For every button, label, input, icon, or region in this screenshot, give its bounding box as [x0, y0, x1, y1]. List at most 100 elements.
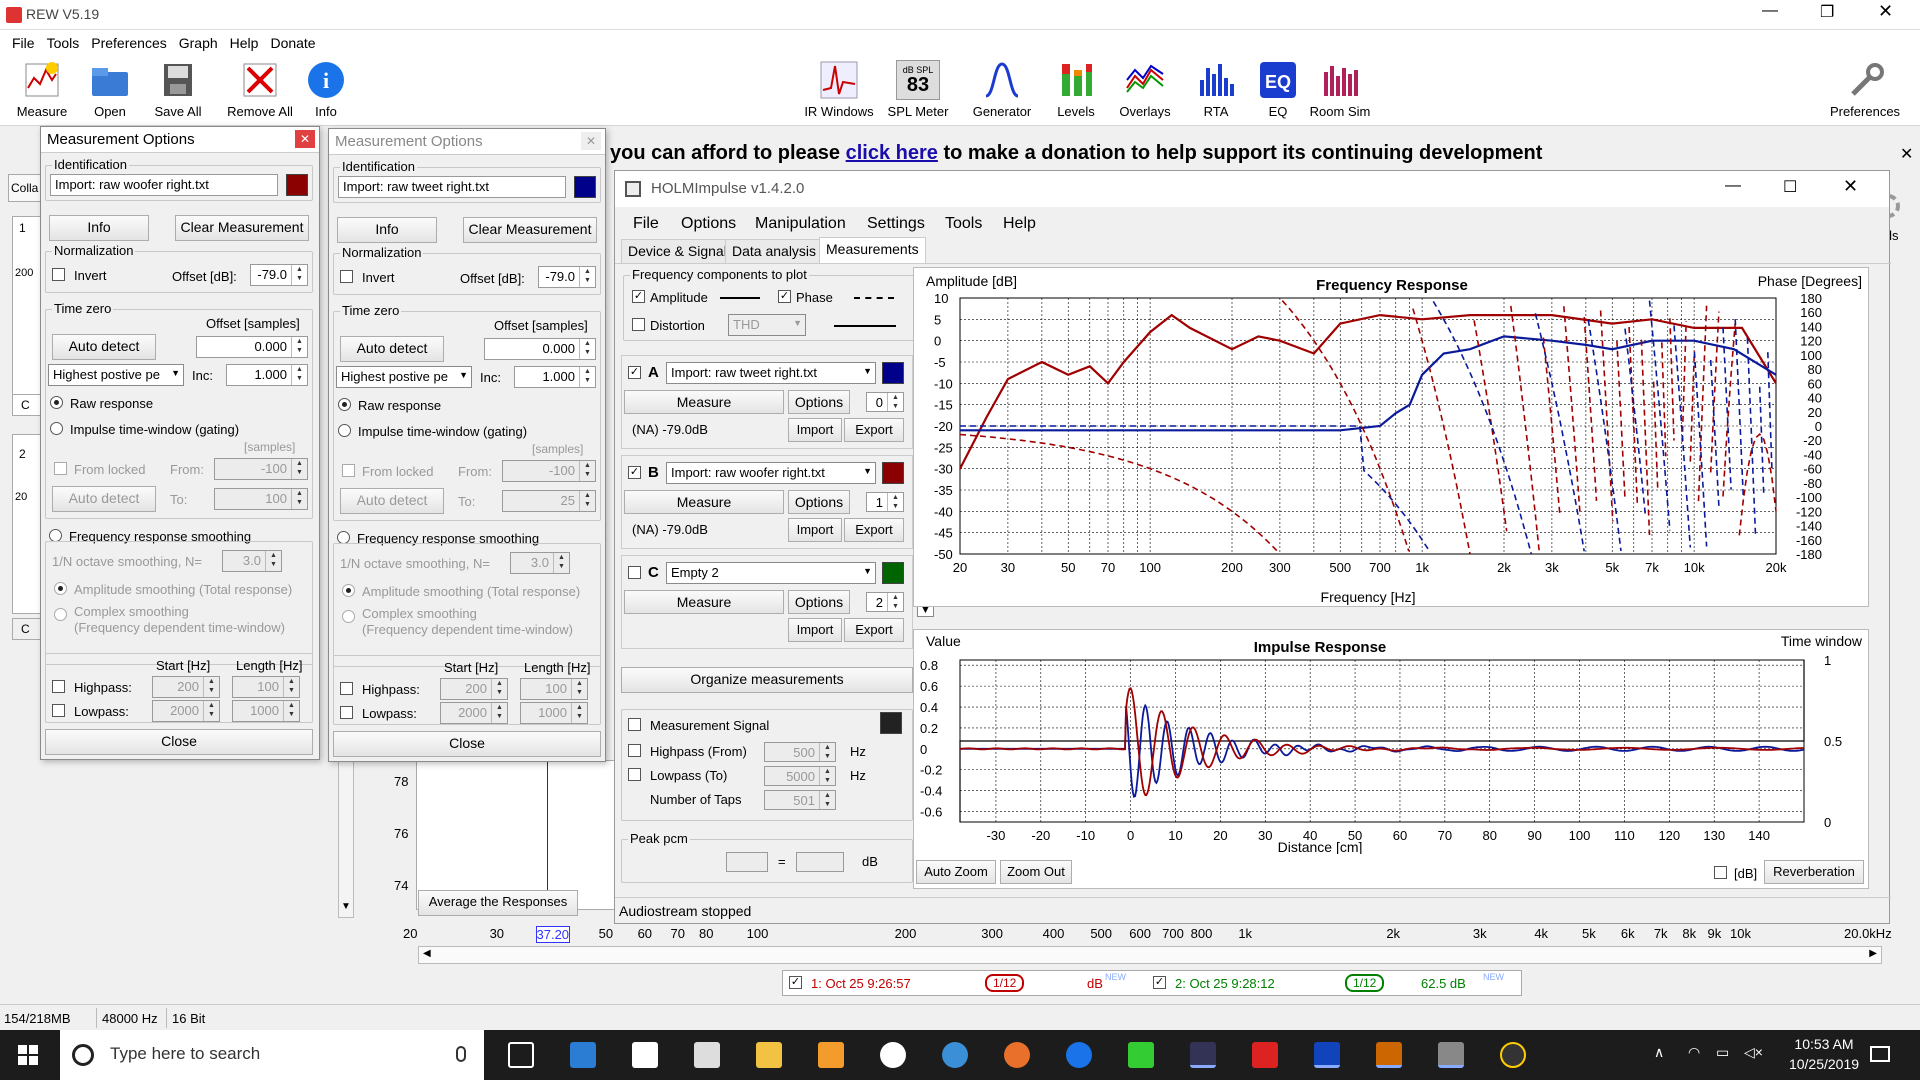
channel-import-button[interactable]: Import	[788, 618, 842, 642]
calculator-icon[interactable]	[632, 1042, 658, 1068]
spinner-icon[interactable]: ▲ ▼	[291, 365, 307, 385]
itunes-icon[interactable]	[880, 1042, 906, 1068]
holm-menu-help[interactable]: Help	[1003, 215, 1036, 233]
legend-check-1[interactable]: ✓	[789, 976, 802, 989]
rew-freq-scrollbar[interactable]: ◀ ▶	[418, 946, 1882, 964]
reverberation-button[interactable]: Reverberation	[1764, 860, 1864, 884]
peak-mode-select[interactable]: Highest postive pe	[336, 366, 472, 388]
measurement-name-input[interactable]: Import: raw tweet right.txt	[338, 176, 566, 198]
measure-button[interactable]: Measure	[10, 60, 74, 119]
inc-input[interactable]: 1.000 ▲ ▼	[226, 364, 308, 386]
average-responses-button[interactable]: Average the Responses	[418, 890, 578, 916]
channel-export-button[interactable]: Export	[844, 418, 904, 442]
levels-button[interactable]: Levels	[1050, 60, 1102, 119]
rew-taskbar-icon[interactable]	[1190, 1042, 1216, 1068]
tray-chevron-icon[interactable]: ∧	[1654, 1044, 1664, 1061]
offset-samples-input[interactable]: 0.000 ▲ ▼	[196, 336, 308, 358]
highpass-from-checkbox[interactable]	[628, 744, 641, 757]
lspcad-icon[interactable]	[1314, 1042, 1340, 1068]
generator-button[interactable]: Generator	[964, 60, 1040, 119]
spinner-icon[interactable]: ▲ ▼	[819, 791, 835, 809]
to-input[interactable]: 100 ▲ ▼	[214, 488, 308, 510]
tab-data-analysis[interactable]: Data analysis	[725, 239, 824, 263]
phase-checkbox[interactable]: ✓	[778, 290, 791, 303]
overlays-button[interactable]: Overlays	[1112, 60, 1178, 119]
tab-measurements[interactable]: Measurements	[819, 237, 926, 263]
wifi-icon[interactable]: ◠	[1688, 1044, 1700, 1061]
side-button-c2[interactable]: C	[12, 618, 42, 640]
spinner-icon[interactable]: ▲ ▼	[819, 743, 835, 761]
channel-index-input[interactable]: 0 ▲ ▼	[866, 392, 904, 412]
spinner-icon[interactable]: ▲ ▼	[579, 491, 595, 511]
dialog-close-icon[interactable]: ✕	[295, 130, 315, 148]
channel-export-button[interactable]: Export	[844, 518, 904, 542]
spinner-icon[interactable]: ▲ ▼	[291, 337, 307, 357]
db-scale-checkbox[interactable]	[1714, 866, 1727, 879]
file-explorer-icon[interactable]	[756, 1042, 782, 1068]
zoom-out-button[interactable]: Zoom Out	[1000, 860, 1072, 884]
spinner-icon[interactable]: ▲ ▼	[203, 701, 219, 721]
audio-app-icon[interactable]	[1128, 1042, 1154, 1068]
collapse-button[interactable]: Colla	[8, 174, 42, 202]
gating-auto-detect-button[interactable]: Auto detect	[340, 488, 444, 514]
scroll-right-icon[interactable]: ▶	[1869, 948, 1877, 959]
taps-input[interactable]: 501 ▲ ▼	[764, 790, 836, 810]
menu-graph[interactable]: Graph	[179, 35, 218, 51]
raw-response-radio[interactable]	[50, 396, 63, 409]
mail-icon[interactable]	[694, 1042, 720, 1068]
info-button[interactable]: i Info	[304, 60, 348, 119]
spinner-icon[interactable]: ▲ ▼	[579, 367, 595, 387]
channel-color-swatch[interactable]	[882, 462, 904, 484]
preferences-button[interactable]: Preferences	[1824, 60, 1906, 119]
minimize-button[interactable]: —	[1762, 2, 1778, 20]
eq-button[interactable]: EQ EQ	[1254, 60, 1302, 119]
channel-measure-button[interactable]: Measure	[624, 590, 784, 614]
auto-detect-button[interactable]: Auto detect	[52, 334, 156, 360]
channel-enable-checkbox[interactable]: ✓	[628, 366, 641, 379]
clock-app-icon[interactable]	[1500, 1042, 1526, 1068]
from-input[interactable]: -100 ▲ ▼	[502, 460, 596, 482]
measurement-name-input[interactable]: Import: raw woofer right.txt	[50, 174, 278, 196]
channel-color-swatch[interactable]	[882, 362, 904, 384]
media-player-icon[interactable]	[818, 1042, 844, 1068]
task-view-icon[interactable]	[508, 1042, 534, 1068]
channel-export-button[interactable]: Export	[844, 618, 904, 642]
lowpass-to-checkbox[interactable]	[628, 768, 641, 781]
gating-radio[interactable]	[50, 422, 63, 435]
channel-import-button[interactable]: Import	[788, 418, 842, 442]
close-dialog-button[interactable]: Close	[45, 729, 313, 755]
highpass-length-input[interactable]: 100 ▲ ▼	[520, 678, 588, 700]
lowpass-to-input[interactable]: 5000 ▲ ▼	[764, 766, 836, 786]
spinner-icon[interactable]: ▲ ▼	[887, 593, 903, 611]
lowpass-length-input[interactable]: 1000 ▲ ▼	[520, 702, 588, 724]
measurement-color-swatch[interactable]	[286, 174, 308, 196]
measurement-color-swatch[interactable]	[574, 176, 596, 198]
amplitude-smoothing-radio[interactable]	[342, 584, 355, 597]
from-input[interactable]: -100 ▲ ▼	[214, 458, 308, 480]
inc-input[interactable]: 1.000 ▲ ▼	[514, 366, 596, 388]
app-icon-orange[interactable]	[1376, 1042, 1402, 1068]
holm-close-button[interactable]: ✕	[1843, 176, 1858, 197]
from-locked-checkbox[interactable]	[54, 462, 67, 475]
distortion-type-select[interactable]: THD	[728, 314, 806, 336]
clear-measurement-button[interactable]: Clear Measurement	[463, 217, 597, 243]
organize-measurements-button[interactable]: Organize measurements	[621, 667, 913, 693]
dialog-close-icon[interactable]: ✕	[581, 132, 601, 150]
spinner-icon[interactable]: ▲ ▼	[571, 703, 587, 723]
firefox-icon[interactable]	[1004, 1042, 1030, 1068]
complex-smoothing-radio[interactable]	[54, 608, 67, 621]
clock-date[interactable]: 10/25/2019	[1780, 1056, 1868, 1072]
spinner-icon[interactable]: ▲ ▼	[283, 677, 299, 697]
highpass-length-input[interactable]: 100 ▲ ▼	[232, 676, 300, 698]
channel-source-select[interactable]: Import: raw tweet right.txt	[666, 362, 876, 384]
holm-menu-file[interactable]: File	[633, 215, 659, 233]
info-button[interactable]: Info	[337, 217, 437, 243]
notifications-icon[interactable]	[1870, 1046, 1890, 1062]
spinner-icon[interactable]: ▲ ▼	[291, 265, 307, 285]
holm-menu-manipulation[interactable]: Manipulation	[755, 215, 846, 233]
highpass-checkbox[interactable]	[340, 682, 353, 695]
clock-time[interactable]: 10:53 AM	[1784, 1036, 1864, 1052]
lowpass-length-input[interactable]: 1000 ▲ ▼	[232, 700, 300, 722]
channel-enable-checkbox[interactable]	[628, 566, 641, 579]
spinner-icon[interactable]: ▲ ▼	[887, 493, 903, 511]
